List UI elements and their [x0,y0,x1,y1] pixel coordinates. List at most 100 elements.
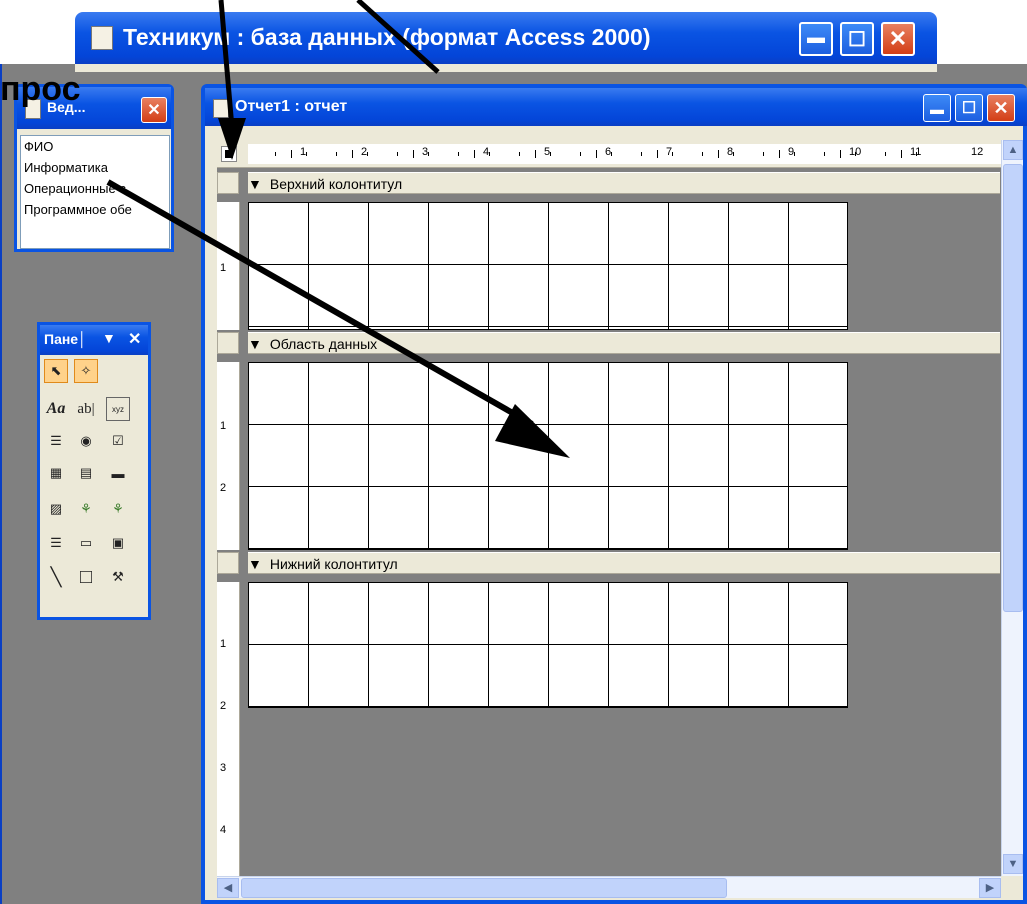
ruler-tick [641,152,643,156]
option-button-icon[interactable]: ◉ [74,429,98,453]
field-item[interactable]: Информатика [21,157,169,178]
checkbox-tool-icon[interactable]: ☑ [106,429,130,453]
vertical-ruler-header: 1 [217,202,240,330]
ruler-tick [885,152,887,156]
ruler-tick [717,150,719,158]
scroll-down-button[interactable]: ▼ [1003,854,1023,874]
ruler-tick [351,150,353,158]
page-footer-section-bar[interactable]: ▼ Нижний колонтитул [248,552,1000,574]
field-list-window: Вед... ✕ ФИО Информатика Операционные с … [14,84,174,252]
scrollbar-corner [1001,876,1023,898]
vertical-ruler-number: 4 [220,824,227,836]
tab-control-icon[interactable]: ▭ [74,531,98,555]
ruler-tick [610,152,612,156]
report-minimize-button[interactable]: ▬ [923,94,951,122]
ruler-tick [702,152,704,156]
ruler-tick [366,152,368,156]
section-arrow-icon: ▼ [248,336,262,352]
ruler-tick [412,150,414,158]
subform-icon[interactable]: ▣ [106,531,130,555]
ruler-tick [397,152,399,156]
unbound-object-icon[interactable]: ⚘ [74,497,98,521]
section-selector[interactable] [217,332,239,354]
list-box-icon[interactable]: ▤ [74,461,98,485]
ruler-tick [580,152,582,156]
vertical-ruler-footer: 1 2 3 4 [217,582,240,876]
report-close-button[interactable]: ✕ [987,94,1015,122]
field-item[interactable]: Программное обе [21,199,169,220]
vertical-scrollbar[interactable]: ▲ ▼ [1001,140,1023,876]
close-icon: ✕ [993,97,1009,118]
field-list-close-button[interactable]: ✕ [141,97,167,123]
toolbox-title: Пане│ [44,331,87,347]
field-list: ФИО Информатика Операционные с Программн… [20,135,170,249]
detail-label: Область данных [269,336,378,352]
page-header-label: Верхний колонтитул [269,176,403,192]
more-controls-icon[interactable]: ⚒ [106,565,130,589]
horizontal-scroll-thumb[interactable] [241,878,727,898]
horizontal-ruler: 123456789101112 [217,140,1001,168]
field-item[interactable]: ФИО [21,136,169,157]
line-tool-icon[interactable]: ╲ [44,565,68,589]
detail-section-bar[interactable]: ▼ Область данных [248,332,1000,354]
page-footer-label: Нижний колонтитул [269,556,398,572]
field-item[interactable]: Операционные с [21,178,169,199]
vertical-ruler-number: 2 [220,482,227,494]
ruler-tick [793,152,795,156]
vertical-ruler-detail: 1 2 [217,362,240,550]
main-close-button[interactable]: ✕ [881,22,915,56]
toolbox-window: Пане│ ▼ ✕ ⬉ ✧ Aa ab| xyz ☰ ◉ ☑ ▦ ▤ ▬ ▨ ⚘… [37,322,151,620]
section-arrow-icon: ▼ [248,176,262,192]
toolbox-close-icon[interactable]: ✕ [128,329,141,349]
ruler-tick [763,152,765,156]
report-maximize-button[interactable]: ☐ [955,94,983,122]
page-header-grid[interactable] [248,202,848,330]
image-tool-icon[interactable]: ▨ [44,497,68,521]
combo-box-icon[interactable]: ▦ [44,461,68,485]
control-wizards-icon[interactable]: ✧ [74,359,98,383]
ruler-tick [427,152,429,156]
horizontal-scrollbar[interactable]: ◀ ▶ [217,876,1001,898]
rectangle-tool-icon[interactable]: □ [74,565,98,589]
toggle-button-icon[interactable]: ☰ [44,429,68,453]
ruler-tick [732,152,734,156]
option-group-icon[interactable]: xyz [106,397,130,421]
select-pointer-icon[interactable]: ⬉ [44,359,68,383]
vertical-ruler-number: 3 [220,762,227,774]
ruler-tick [519,152,521,156]
bound-object-icon[interactable]: ⚘ [106,497,130,521]
main-minimize-button[interactable]: ▬ [799,22,833,56]
toolbox-menu-icon[interactable]: ▼ [102,330,116,346]
section-arrow-icon: ▼ [248,556,262,572]
section-selector[interactable] [217,172,239,194]
toolbox-titlebar: Пане│ ▼ ✕ [40,325,148,355]
ruler-tick [488,152,490,156]
minimize-icon: ▬ [807,27,825,47]
report-selector[interactable] [221,146,237,162]
maximize-icon: ☐ [848,28,866,51]
scroll-left-button[interactable]: ◀ [217,878,239,898]
detail-grid[interactable] [248,362,848,550]
section-selector[interactable] [217,552,239,574]
scroll-right-button[interactable]: ▶ [979,878,1001,898]
ruler-tick [854,152,856,156]
page-header-section-bar[interactable]: ▼ Верхний колонтитул [248,172,1000,194]
vertical-scroll-thumb[interactable] [1003,164,1023,612]
vertical-ruler-number: 2 [220,700,227,712]
command-button-icon[interactable]: ▬ [106,461,130,485]
ruler-tick [336,152,338,156]
textbox-tool-icon[interactable]: ab| [74,397,98,421]
close-icon: ✕ [888,26,908,51]
ruler-tick [824,152,826,156]
page-footer-grid[interactable] [248,582,848,708]
scroll-up-button[interactable]: ▲ [1003,140,1023,160]
ruler-tick [656,150,658,158]
page-break-icon[interactable]: ☰ [44,531,68,555]
main-window-menubar [75,64,937,72]
vertical-ruler-number: 1 [220,262,227,274]
label-tool-icon[interactable]: Aa [44,397,68,421]
main-maximize-button[interactable]: ☐ [840,22,874,56]
main-window-titlebar: Техникум : база данных (формат Access 20… [75,12,937,64]
ruler-tick [275,152,277,156]
ruler-tick [900,150,902,158]
